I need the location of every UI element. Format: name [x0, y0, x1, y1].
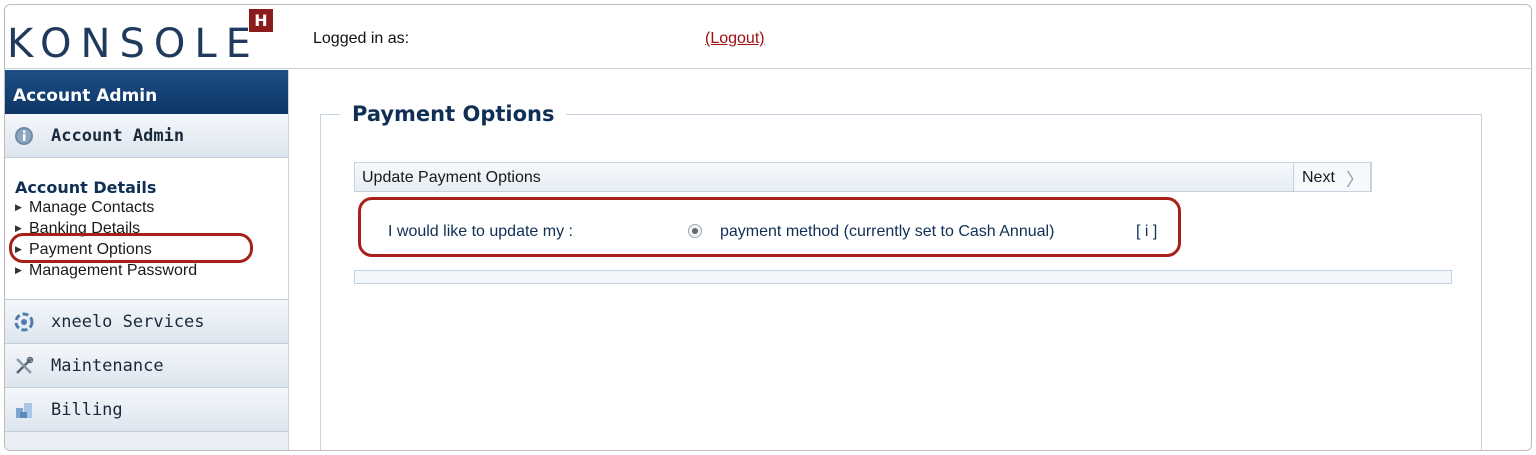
sidebar-section-label: Maintenance	[51, 356, 164, 376]
triangle-right-icon: ▶	[15, 202, 22, 212]
logged-in-label: Logged in as:	[313, 30, 410, 47]
sidebar-section-label: Account Admin	[51, 126, 185, 146]
chevron-right-icon: 〉	[1346, 170, 1364, 190]
sidebar-link-management-password[interactable]: ▶ Management Password	[15, 260, 288, 281]
logo-badge: H	[249, 9, 273, 32]
wizard-tab-bar: Update Payment Options Next 〉	[354, 162, 1372, 192]
sidebar-section-maintenance[interactable]: Maintenance	[5, 344, 288, 388]
triangle-right-icon: ▶	[15, 265, 22, 275]
sidebar-link-manage-contacts[interactable]: ▶ Manage Contacts	[15, 197, 288, 218]
highlight-payment-options-link	[9, 233, 253, 263]
page-title: Payment Options	[340, 102, 567, 126]
sidebar-submenu: Account Details ▶ Manage Contacts ▶ Bankin…	[5, 158, 288, 300]
next-button[interactable]: Next 〉	[1293, 162, 1371, 192]
form-footer-strip	[354, 270, 1452, 284]
app-window: KONSOLE H Logged in as: (Logout) Account…	[4, 4, 1532, 451]
header: KONSOLE H Logged in as: (Logout)	[5, 5, 1531, 69]
tab-title: Update Payment Options	[362, 169, 541, 186]
tools-icon	[16, 356, 34, 374]
sidebar-link-label: Management Password	[29, 262, 198, 279]
gear-services-icon	[14, 312, 34, 332]
logo: KONSOLE	[7, 21, 260, 67]
sidebar-section-label: xneelo Services	[51, 312, 205, 332]
info-icon	[15, 127, 33, 145]
billing-icon	[16, 403, 32, 418]
sidebar-section-account-admin[interactable]: Account Admin	[5, 114, 288, 158]
sidebar-link-label: Manage Contacts	[29, 199, 155, 216]
highlight-payment-method-row	[358, 197, 1181, 257]
sidebar-section-billing[interactable]: Billing	[5, 388, 288, 432]
sidebar-section-xneelo-services[interactable]: xneelo Services	[5, 300, 288, 344]
sidebar-section-label: Billing	[51, 400, 123, 420]
sidebar-subheading: Account Details	[15, 178, 157, 197]
next-button-label: Next	[1302, 169, 1335, 186]
logout-link[interactable]: (Logout)	[705, 30, 765, 48]
main-content: Payment Options Update Payment Options N…	[290, 70, 1531, 450]
sidebar-title: Account Admin	[5, 70, 288, 114]
